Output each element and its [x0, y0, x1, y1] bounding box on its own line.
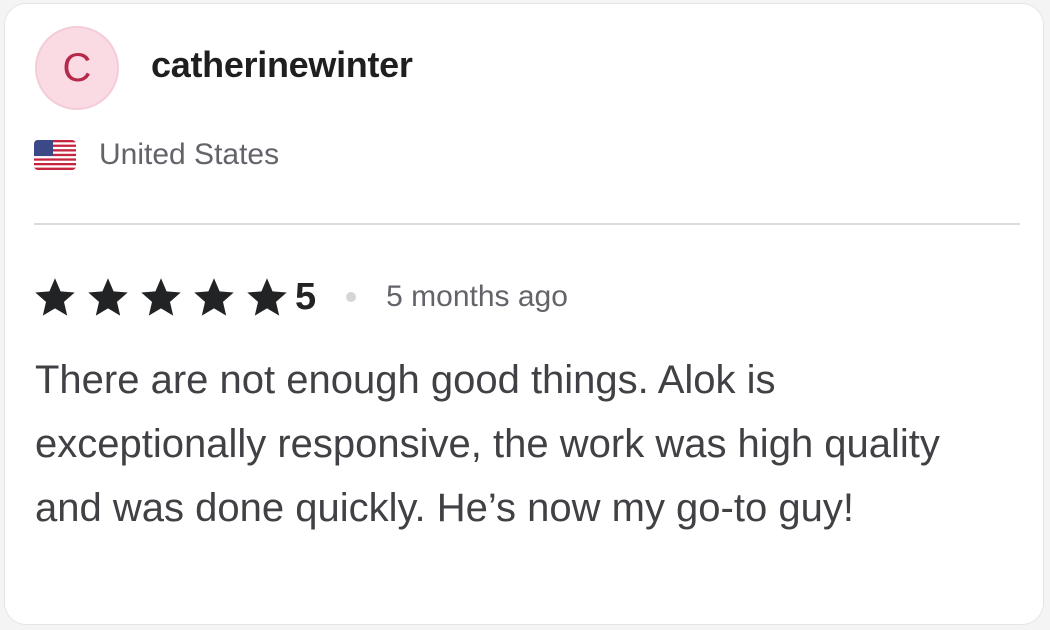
- us-flag-icon: [34, 140, 76, 170]
- username[interactable]: catherinewinter: [151, 44, 413, 86]
- star-icon: [247, 278, 287, 316]
- rating-value: 5: [295, 275, 317, 318]
- review-card: C catherinewinter United States 5 5 mont…: [4, 3, 1044, 625]
- star-icon: [194, 278, 234, 316]
- country-label: United States: [99, 138, 280, 171]
- review-text: There are not enough good things. Alok i…: [35, 358, 940, 530]
- separator-dot: [346, 292, 357, 302]
- avatar-initial: C: [62, 45, 92, 90]
- review-date: 5 months ago: [386, 280, 568, 313]
- avatar[interactable]: C: [35, 26, 119, 110]
- divider: [34, 223, 1020, 225]
- star-icon: [35, 278, 75, 316]
- star-icon: [88, 278, 128, 316]
- star-rating: [33, 275, 295, 319]
- star-icon: [141, 278, 181, 316]
- rating-row: 5 5 months ago: [33, 274, 568, 320]
